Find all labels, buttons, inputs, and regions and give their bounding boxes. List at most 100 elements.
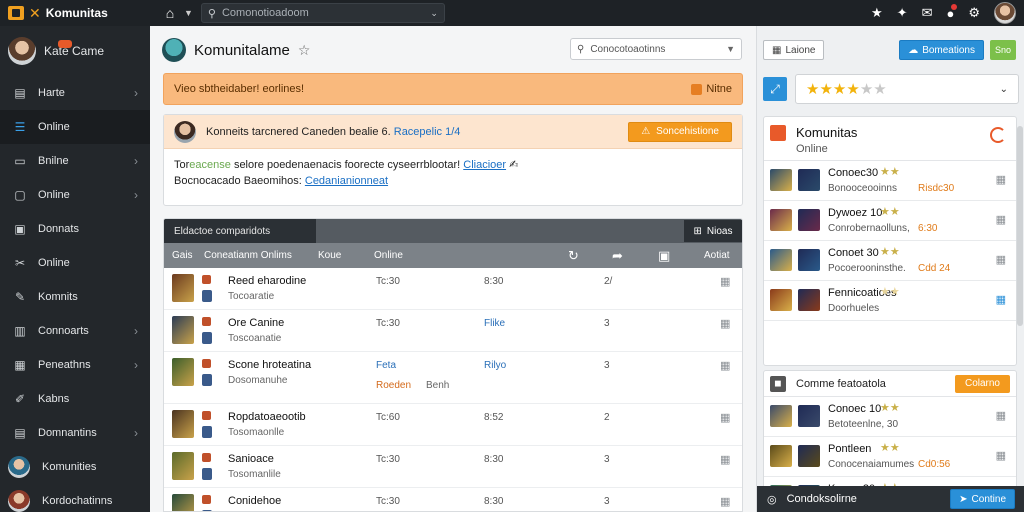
settings-icon[interactable]: ⚙ [968,5,980,21]
post-head-highlight[interactable]: Racepelic 1/4 [394,126,461,138]
sidebar-item-8[interactable]: ▦ Peneathns › [0,348,150,382]
list-item[interactable]: Conoec 10 ★★ Betoteenlne, 30 ▦ [764,397,1016,437]
image-icon[interactable]: ▣ [658,248,670,264]
community-avatar [162,38,186,62]
row-name[interactable]: Ropdatoaeootib [228,411,306,423]
row-menu-icon[interactable]: ▦ [720,275,730,288]
warning-banner: Vieo sbtheidaber! eorlines! Nitne [163,73,743,105]
grid-icon[interactable]: ▦ [996,213,1006,226]
star-outline-icon[interactable]: ☆ [298,42,311,59]
list-item[interactable]: Conoet 30 ★★ Pocoerooninsthe. Cdd 24 ▦ [764,241,1016,281]
rating-select[interactable]: ★★★★★★ ⌄ [795,74,1019,104]
sidebar-user-name: Kate Came [44,44,105,58]
list-item[interactable]: Dywoez 10 ★★ Conrobernaolluns, 6:30 ▦ [764,201,1016,241]
grid-icon[interactable]: ▦ [996,253,1006,266]
favorites-icon[interactable]: ★ [871,5,883,21]
table-row[interactable]: ConidehoeTosomanheTc:308:303▦ [164,488,742,511]
sidebar-item-6[interactable]: ✎ Komnits [0,280,150,314]
expand-icon[interactable]: ⤢ [763,77,787,101]
row-menu-icon[interactable]: ▦ [720,411,730,424]
sidebar-user[interactable]: Kate Came [0,26,150,76]
grid-icon[interactable]: ▦ [996,293,1006,306]
user-avatar[interactable] [994,2,1016,24]
star-filled-icon[interactable]: ★ [833,81,846,98]
row-name[interactable]: Reed eharodine [228,275,306,287]
table-row[interactable]: Ore Canine Toscoanatie Tc:30 Flike 3 ▦ [164,310,742,352]
column-header[interactable]: Online [374,250,403,261]
star-filled-icon[interactable]: ★ [846,81,859,98]
right-blue-button[interactable]: ☁ Bomeations [899,40,984,60]
star-filled-icon[interactable]: ★ [819,81,832,98]
item-thumbnail [798,405,820,427]
table-row[interactable]: Scone hroteatina Dosomanuhe Feta Rilyo 3 ▦ Roe… [164,352,742,404]
sidebar-item-11[interactable]: Komunities [0,450,150,484]
row-menu-icon[interactable]: ▦ [720,359,730,372]
row-name[interactable]: Sanioace [228,453,274,465]
alert-icon[interactable]: ● [946,3,958,21]
table-row[interactable]: Reed eharodine Tocoaratie Tc:30 8:30 2/ ▦ [164,268,742,310]
refresh-icon[interactable]: ↻ [568,248,579,264]
table-top-button[interactable]: ⊞ Nioas [684,220,742,242]
community-card: Komunitas Online Conoec30 ★★ Bonooceooinns… [763,116,1017,366]
sidebar-item-7[interactable]: ▥ Connoarts › [0,314,150,348]
sidebar: Kate Came ▤ Harte › ☰ Online ▭ Bnilne › ▢ Online ›… [0,26,150,512]
list-item[interactable]: Conoec30 ★★ Bonooceooinns Risdc30 ▦ [764,161,1016,201]
warning-action[interactable]: Nitne [691,83,732,95]
sidebar-item-3[interactable]: ▢ Online › [0,178,150,212]
sidebar-item-4[interactable]: ▣ Donnats [0,212,150,246]
sidebar-item-10[interactable]: ▤ Domnantins › [0,416,150,450]
home-icon[interactable]: ⌂ [160,3,180,23]
right-ghost-button[interactable]: ▦ Laione [763,40,825,60]
loading-icon[interactable] [990,127,1006,143]
sidebar-item-1[interactable]: ☰ Online [0,110,150,144]
star-empty-icon[interactable]: ★ [873,81,886,98]
post-action-button[interactable]: ⚠ Soncehistione [628,121,732,142]
table-tab[interactable]: Eldactoe comparidots [164,219,316,243]
sidebar-item-2[interactable]: ▭ Bnilne › [0,144,150,178]
star-filled-icon[interactable]: ★ [806,81,819,98]
post-text: selore poedenaenacis foorecte cyseerrblo… [233,159,461,171]
right-footer: ◎ Condoksolirne ➤ Contine [757,486,1024,512]
scrollbar[interactable] [1017,126,1023,326]
grid-icon: ▦ [772,44,782,56]
table-row[interactable]: Ropdatoaeootib Tosomaonlle Tc:60 8:52 2 ▦ [164,404,742,446]
star-empty-icon[interactable]: ★ [860,81,873,98]
featured-button[interactable]: Colarno [954,374,1010,393]
sidebar-item-12[interactable]: Kordochatinns [0,484,150,512]
list-item[interactable]: Pontleen ★★ Conocenaiamumes Cd0:56 ▦ [764,437,1016,477]
row-menu-icon[interactable]: ▦ [720,453,730,466]
sidebar-item-9[interactable]: ✐ Kabns [0,382,150,416]
row-menu-icon[interactable]: ▦ [720,317,730,330]
column-header[interactable]: Gais [172,250,193,261]
row-thumbnail [172,410,194,438]
sidebar-item-label: Online [38,121,70,133]
search-box[interactable]: ⚲ ⌄ [200,3,445,23]
row-name[interactable]: Ore Canine [228,317,284,329]
grid-icon[interactable]: ▦ [996,449,1006,462]
right-green-button[interactable]: Sno [990,40,1016,60]
sidebar-item-5[interactable]: ✂ Online [0,246,150,280]
share-icon[interactable]: ➦ [612,248,623,264]
post-link[interactable]: Cedanianionneat [305,175,388,187]
footer-button[interactable]: ➤ Contine [950,489,1015,509]
list-item[interactable]: Fennicoatioes ★★ Doorhueles ▦ [764,281,1016,321]
row-name[interactable]: Conidehoe [228,495,281,507]
brand[interactable]: ✕ Komunitas [0,0,150,26]
post-link[interactable]: Cliacioer [463,159,506,171]
row-menu-icon[interactable]: ▦ [720,495,730,508]
column-header[interactable]: Aotiat [704,250,730,261]
sidebar-item-0[interactable]: ▤ Harte › [0,76,150,110]
chevron-down-icon[interactable]: ▼ [184,8,193,18]
column-header[interactable]: Coneatianm Onlims [204,250,292,261]
sidebar-item-label: Komnits [38,291,78,303]
row-name[interactable]: Scone hroteatina [228,359,311,371]
grid-icon[interactable]: ▦ [996,409,1006,422]
grid-icon[interactable]: ▦ [996,173,1006,186]
puzzle-icon[interactable]: ✦ [897,5,908,21]
table-row[interactable]: Sanioace Tosomanlile Tc:30 8:30 3 ▦ [164,446,742,488]
notifications-icon[interactable]: ✉ [922,5,933,21]
header-select[interactable]: ⚲ Conocotoaotinns ▼ [570,38,742,60]
search-input[interactable] [221,7,425,19]
column-header[interactable]: Koue [318,250,341,261]
search-dropdown-icon[interactable]: ⌄ [430,8,438,19]
